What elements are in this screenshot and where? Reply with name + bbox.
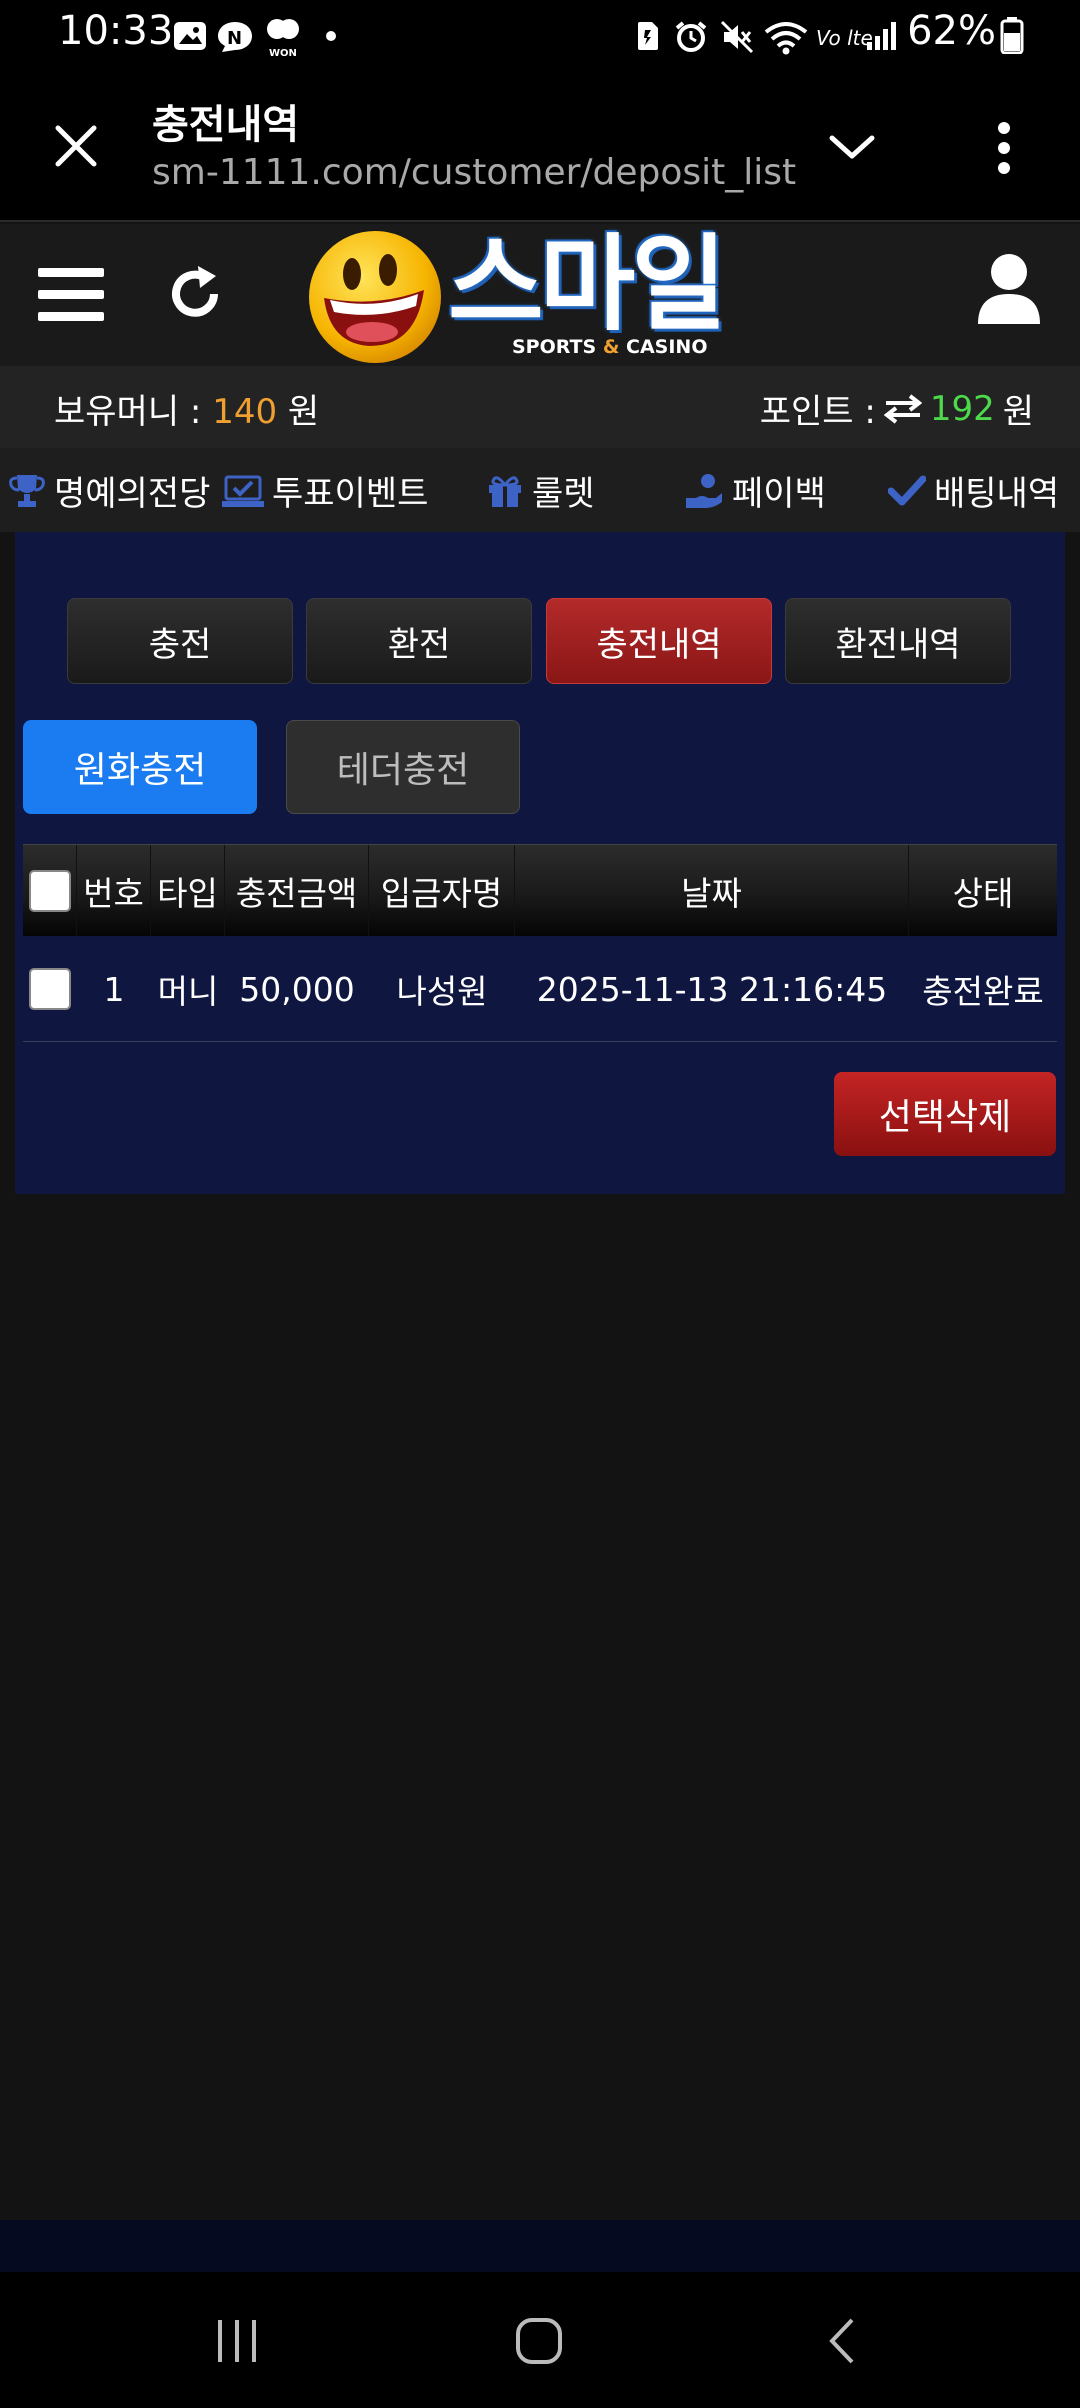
logo-tagline-amp: & — [602, 336, 620, 358]
point-label: 포인트 : — [759, 392, 876, 432]
won-label: WON — [269, 48, 297, 58]
battery-icon — [1000, 17, 1024, 54]
header-date: 날짜 — [515, 845, 909, 937]
select-all-checkbox[interactable] — [28, 870, 71, 912]
point-value: 192 — [929, 388, 995, 429]
nav-label: 페이백 — [732, 474, 826, 514]
row-checkbox[interactable] — [29, 968, 71, 1010]
money-balance: 보유머니 : 140 원 — [54, 384, 319, 433]
header-amount: 충전금액 — [225, 845, 369, 937]
table-row: 1 머니 50,000 나성원 2025-11-13 21:16:45 충전완료 — [23, 936, 1057, 1042]
tab-withdraw-history[interactable]: 환전내역 — [785, 598, 1011, 684]
cell-status: 충전완료 — [922, 972, 1044, 1011]
tab-deposit-history[interactable]: 충전내역 — [546, 598, 772, 684]
signal-icon — [867, 22, 896, 50]
nav-label: 배팅내역 — [934, 474, 1060, 514]
gallery-icon — [174, 22, 206, 50]
trophy-icon — [9, 474, 45, 507]
payback-icon — [686, 473, 722, 508]
home-icon[interactable] — [514, 2316, 564, 2366]
cell-amount: 50,000 — [239, 969, 355, 1009]
cell-date: 2025-11-13 21:16:45 — [536, 969, 888, 1009]
nav-label: 투표이벤트 — [272, 474, 429, 514]
nav-payback[interactable]: 페이백 — [684, 466, 826, 515]
deposit-history-panel: 충전 환전 충전내역 환전내역 원화충전 테더충전 번호 타입 충전금액 입금자… — [15, 532, 1065, 1194]
nav-bet-history[interactable]: 배팅내역 — [888, 466, 1059, 515]
header-no: 번호 — [77, 845, 151, 937]
won-icon: WON — [267, 19, 299, 58]
smiley-logo-icon — [309, 231, 441, 363]
delete-selected-button[interactable]: 선택삭제 — [834, 1072, 1056, 1156]
money-unit: 원 — [287, 392, 320, 432]
page-footer-strip — [0, 2220, 1080, 2272]
logo-text: 스마일 — [448, 223, 727, 345]
alarm-icon — [675, 21, 707, 52]
quick-nav: 명예의전당 투표이벤트 룰렛 페이백 배팅내역 — [0, 448, 1080, 532]
nav-hall-of-fame[interactable]: 명예의전당 — [8, 466, 210, 515]
nav-vote-event[interactable]: 투표이벤트 — [222, 466, 428, 515]
browser-url[interactable]: sm-1111.com/customer/deposit_list — [152, 152, 796, 193]
menu-icon[interactable] — [38, 264, 104, 324]
status-time: 10:33 — [58, 8, 174, 54]
tab-deposit[interactable]: 충전 — [67, 598, 293, 684]
back-icon[interactable] — [826, 2316, 858, 2366]
subtab-tether-deposit[interactable]: 테더충전 — [286, 720, 520, 814]
header-select — [23, 845, 77, 937]
wifi-icon — [764, 22, 808, 55]
balance-bar: 보유머니 : 140 원 포인트 : 192 원 — [0, 366, 1080, 448]
vote-icon — [222, 475, 264, 507]
sim-icon — [638, 22, 658, 50]
header-depositor: 입금자명 — [369, 845, 515, 937]
logo-tagline: SPORTS & CASINO — [512, 336, 707, 358]
subtab-krw-deposit[interactable]: 원화충전 — [23, 720, 257, 814]
cell-no: 1 — [103, 969, 125, 1009]
close-icon[interactable] — [54, 124, 98, 168]
cell-depositor: 나성원 — [396, 972, 488, 1011]
browser-page-title: 충전내역 — [152, 102, 300, 148]
logo-tagline-sports: SPORTS — [512, 336, 597, 358]
gift-icon — [489, 475, 521, 507]
more-options-icon[interactable] — [994, 120, 1014, 176]
tab-withdraw[interactable]: 환전 — [306, 598, 532, 684]
chevron-down-icon[interactable] — [828, 134, 876, 162]
check-icon — [888, 475, 926, 505]
header-status: 상태 — [952, 874, 1014, 913]
nav-label: 명예의전당 — [54, 474, 211, 514]
recent-apps-icon[interactable] — [214, 2318, 260, 2364]
cell-type: 머니 — [157, 972, 219, 1011]
table-header: 번호 타입 충전금액 입금자명 날짜 상태 — [23, 844, 1057, 937]
user-icon[interactable] — [976, 252, 1042, 326]
dot-icon — [326, 31, 336, 41]
naver-icon: N — [218, 22, 252, 52]
battery-percent: 62% — [907, 8, 996, 54]
point-unit: 원 — [1002, 392, 1034, 432]
logo-tagline-casino: CASINO — [626, 336, 708, 358]
exchange-icon[interactable] — [883, 393, 922, 424]
site-header: 스마일 SPORTS & CASINO — [0, 224, 1080, 366]
refresh-icon[interactable] — [166, 264, 226, 324]
point-balance: 포인트 : 192 원 — [760, 384, 1034, 433]
nav-label: 룰렛 — [532, 474, 595, 514]
money-value: 140 — [212, 392, 278, 432]
mute-icon — [720, 20, 754, 54]
nav-roulette[interactable]: 룰렛 — [486, 466, 595, 515]
site-logo[interactable]: 스마일 SPORTS & CASINO — [306, 224, 774, 366]
browser-bar: 충전내역 sm-1111.com/customer/deposit_list — [0, 72, 1080, 222]
system-nav-bar — [0, 2272, 1080, 2408]
volte-label: Vo lte — [816, 26, 873, 50]
row-select — [23, 936, 77, 1042]
status-bar: 10:33 N WON Vo lte 62% — [0, 0, 1080, 72]
header-type: 타입 — [151, 845, 225, 937]
money-label: 보유머니 : — [54, 392, 202, 432]
svg-text:N: N — [227, 28, 242, 49]
